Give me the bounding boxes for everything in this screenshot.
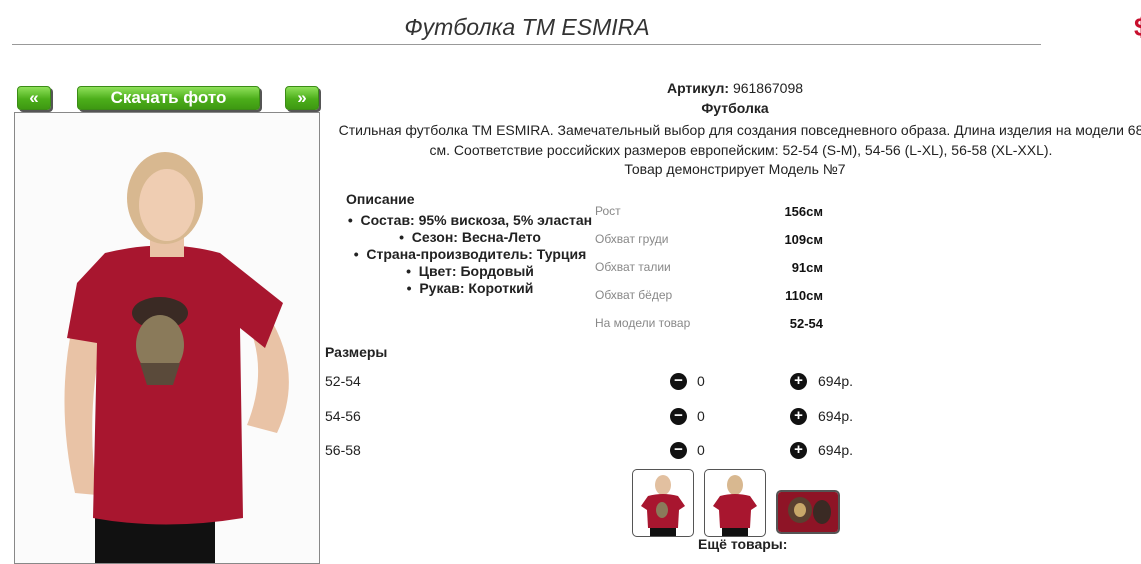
description-line: см. Соответствие российских размеров евр… — [429, 142, 1053, 158]
product-type: Футболка — [701, 100, 769, 116]
size-row: 56-58 − 0 + 694р. — [325, 442, 865, 462]
measurement-value: 156см — [784, 204, 823, 219]
model-photo-illustration — [64, 152, 289, 563]
measurement-value: 109см — [784, 232, 823, 247]
thumbnail-image — [713, 475, 757, 536]
description-item: Рукав: Короткий — [346, 280, 594, 297]
next-photo-button[interactable]: » — [285, 86, 319, 110]
size-label: 52-54 — [325, 373, 361, 389]
sizes-heading: Размеры — [325, 344, 388, 360]
description-item: Сезон: Весна-Лето — [346, 229, 594, 246]
measurement-row: На модели товар 52-54 — [595, 316, 835, 344]
article-line: Артикул: 961867098 — [320, 80, 1141, 96]
article-value: 961867098 — [732, 80, 804, 96]
size-label: 54-56 — [325, 408, 361, 424]
measurement-row: Обхват талии 91см — [595, 260, 835, 288]
size-quantity: 0 — [697, 373, 705, 389]
measurement-label: На модели товар — [595, 316, 691, 330]
measurement-label: Рост — [595, 204, 621, 218]
thumbnail-back[interactable] — [704, 469, 766, 537]
product-description: Стильная футболка ТМ ESMIRA. Замечательн… — [326, 120, 1141, 160]
description-item: Цвет: Бордовый — [346, 263, 594, 280]
model-measurements: Рост 156см Обхват груди 109см Обхват талии… — [595, 204, 835, 344]
size-row: 54-56 − 0 + 694р. — [325, 408, 865, 428]
size-price: 694р. — [818, 408, 854, 424]
plus-circle-icon[interactable]: + — [790, 408, 807, 425]
measurement-label: Обхват бёдер — [595, 288, 673, 302]
size-price: 694р. — [818, 442, 854, 458]
title-divider — [12, 44, 1041, 45]
size-quantity: 0 — [697, 408, 705, 424]
thumbnail-print-detail[interactable] — [776, 490, 840, 534]
measurement-label: Обхват талии — [595, 260, 671, 274]
minus-circle-icon[interactable]: − — [670, 442, 687, 459]
description-heading: Описание — [346, 191, 415, 207]
size-price: 694р. — [818, 373, 854, 389]
description-list: Состав: 95% вискоза, 5% эластан Сезон: В… — [346, 212, 594, 297]
download-photo-button[interactable]: Скачать фото — [77, 86, 260, 110]
thumbnail-image — [641, 475, 685, 536]
size-quantity: 0 — [697, 442, 705, 458]
size-row: 52-54 − 0 + 694р. — [325, 373, 865, 393]
measurement-value: 91см — [791, 260, 823, 275]
model-note: Товар демонстрирует Модель №7 — [624, 161, 846, 177]
plus-circle-icon[interactable]: + — [790, 442, 807, 459]
article-label: Артикул: — [666, 80, 730, 96]
prev-photo-button[interactable]: « — [17, 86, 51, 110]
description-line: Стильная футболка ТМ ESMIRA. Замечательн… — [338, 122, 1141, 138]
minus-circle-icon[interactable]: − — [670, 373, 687, 390]
measurement-row: Рост 156см — [595, 204, 835, 232]
thumbnail-image — [778, 492, 838, 532]
measurement-value: 110см — [785, 288, 823, 303]
measurement-row: Обхват бёдер 110см — [595, 288, 835, 316]
minus-circle-icon[interactable]: − — [670, 408, 687, 425]
edge-logo: $ — [1134, 14, 1141, 54]
plus-circle-icon[interactable]: + — [790, 373, 807, 390]
thumbnail-front[interactable] — [632, 469, 694, 537]
measurement-label: Обхват груди — [595, 232, 669, 246]
edge-logo-glyph: $ — [1134, 14, 1141, 40]
main-product-photo[interactable] — [14, 112, 320, 564]
description-item: Состав: 95% вискоза, 5% эластан — [346, 212, 594, 229]
measurement-row: Обхват груди 109см — [595, 232, 835, 260]
description-item: Страна-производитель: Турция — [346, 246, 594, 263]
page-title: Футболка ТМ ESMIRA — [404, 14, 650, 40]
measurement-value: 52-54 — [789, 316, 823, 331]
size-label: 56-58 — [325, 442, 361, 458]
